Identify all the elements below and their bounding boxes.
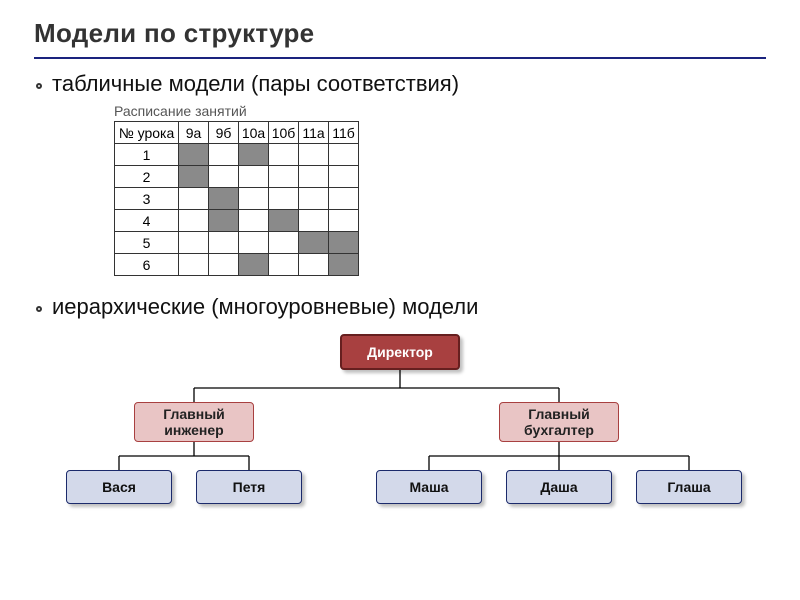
table-row: 5 (115, 232, 359, 254)
schedule-cell (329, 232, 359, 254)
bullet-text-2: иерархические (многоуровневые) модели (52, 294, 478, 320)
schedule-cell (329, 144, 359, 166)
schedule-cell (329, 166, 359, 188)
schedule-cell (239, 232, 269, 254)
node-dasha: Даша (506, 470, 612, 504)
table-row: 2 (115, 166, 359, 188)
table-row: 4 (115, 210, 359, 232)
bullet-hierarchical: иерархические (многоуровневые) модели (34, 294, 766, 320)
schedule-cell (209, 210, 239, 232)
node-glasha: Глаша (636, 470, 742, 504)
table-row: 3 (115, 188, 359, 210)
schedule-cell (209, 144, 239, 166)
node-chief-engineer: Главный инженер (134, 402, 254, 442)
schedule-cell (209, 166, 239, 188)
hierarchy-diagram: Директор Главный инженер Главный бухгалт… (34, 330, 766, 520)
schedule-cell (209, 188, 239, 210)
node-director: Директор (340, 334, 460, 370)
schedule-cell (179, 166, 209, 188)
schedule-cell (239, 166, 269, 188)
col-class-header: 11а (299, 122, 329, 144)
schedule-cell (269, 166, 299, 188)
schedule-cell (179, 144, 209, 166)
schedule-cell (299, 188, 329, 210)
schedule-cell (299, 144, 329, 166)
bullet-tabular: табличные модели (пары соответствия) (34, 71, 766, 97)
schedule-cell (179, 188, 209, 210)
schedule-caption: Расписание занятий (114, 103, 766, 119)
node-masha: Маша (376, 470, 482, 504)
node-chief-accountant: Главный бухгалтер (499, 402, 619, 442)
schedule-cell (299, 232, 329, 254)
slide-title: Модели по структуре (34, 18, 766, 59)
schedule-cell (239, 144, 269, 166)
schedule-cell (179, 210, 209, 232)
schedule-cell (299, 166, 329, 188)
schedule-cell (269, 232, 299, 254)
schedule-cell (209, 254, 239, 276)
col-class-header: 10б (269, 122, 299, 144)
col-class-header: 11б (329, 122, 359, 144)
schedule-cell (269, 144, 299, 166)
schedule-cell (269, 254, 299, 276)
schedule-cell (329, 210, 359, 232)
schedule-cell (299, 210, 329, 232)
lesson-number-cell: 2 (115, 166, 179, 188)
col-class-header: 9а (179, 122, 209, 144)
lesson-number-cell: 3 (115, 188, 179, 210)
schedule-cell (209, 232, 239, 254)
col-lesson-header: № урока (115, 122, 179, 144)
table-row: 1 (115, 144, 359, 166)
schedule-cell (179, 254, 209, 276)
schedule-cell (239, 210, 269, 232)
schedule-cell (239, 254, 269, 276)
schedule-cell (269, 188, 299, 210)
schedule-section: Расписание занятий № урока9а9б10а10б11а1… (114, 103, 766, 276)
table-row: 6 (115, 254, 359, 276)
schedule-cell (269, 210, 299, 232)
schedule-cell (239, 188, 269, 210)
col-class-header: 10а (239, 122, 269, 144)
bullet-dot-icon (36, 306, 42, 312)
schedule-cell (299, 254, 329, 276)
lesson-number-cell: 1 (115, 144, 179, 166)
node-petya: Петя (196, 470, 302, 504)
col-class-header: 9б (209, 122, 239, 144)
node-vasya: Вася (66, 470, 172, 504)
lesson-number-cell: 5 (115, 232, 179, 254)
lesson-number-cell: 4 (115, 210, 179, 232)
schedule-cell (329, 188, 359, 210)
schedule-cell (179, 232, 209, 254)
lesson-number-cell: 6 (115, 254, 179, 276)
bullet-text-1: табличные модели (пары соответствия) (52, 71, 459, 97)
schedule-cell (329, 254, 359, 276)
schedule-table: № урока9а9б10а10б11а11б 123456 (114, 121, 359, 276)
bullet-dot-icon (36, 83, 42, 89)
